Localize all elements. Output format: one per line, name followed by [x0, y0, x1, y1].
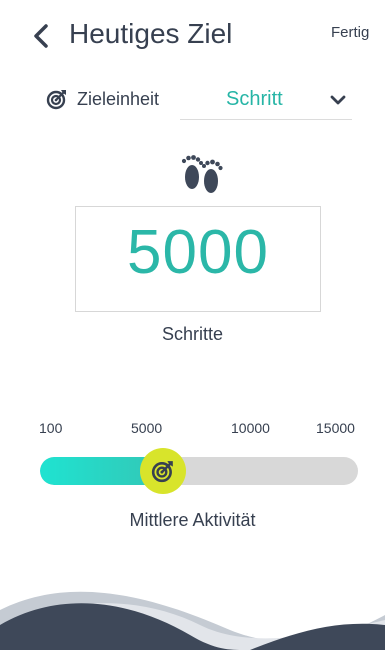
slider-thumb[interactable]: [140, 448, 187, 494]
chevron-left-icon: [34, 24, 48, 48]
back-button[interactable]: [30, 22, 54, 50]
goal-unit-dropdown[interactable]: Schritt: [180, 82, 352, 120]
decorative-wave: [0, 591, 385, 650]
slider-tick-label: 10000: [231, 420, 270, 436]
target-icon: [152, 461, 174, 483]
goal-value: 5000: [127, 218, 269, 287]
page-title: Heutiges Ziel: [69, 18, 233, 49]
activity-level-label: Mittlere Aktivität: [129, 510, 256, 530]
goal-unit-value: Schritt: [226, 88, 283, 110]
slider-track[interactable]: [40, 457, 358, 485]
done-button[interactable]: Fertig: [331, 24, 369, 41]
slider-tick-label: 15000: [316, 420, 355, 436]
slider-tick-label: 5000: [131, 420, 163, 436]
footprints-icon: [181, 155, 223, 193]
goal-unit-label: Zieleinheit: [77, 89, 160, 109]
target-icon: [46, 90, 66, 110]
goal-unit-row: Zieleinheit Schritt: [0, 82, 385, 122]
chevron-down-icon: [330, 95, 346, 105]
goal-slider[interactable]: [40, 448, 358, 494]
slider-tick-label: 100: [39, 420, 63, 436]
goal-value-field[interactable]: 5000: [75, 206, 321, 312]
header-bar: Heutiges Ziel Fertig: [0, 0, 385, 80]
goal-value-unit: Schritte: [161, 324, 224, 344]
